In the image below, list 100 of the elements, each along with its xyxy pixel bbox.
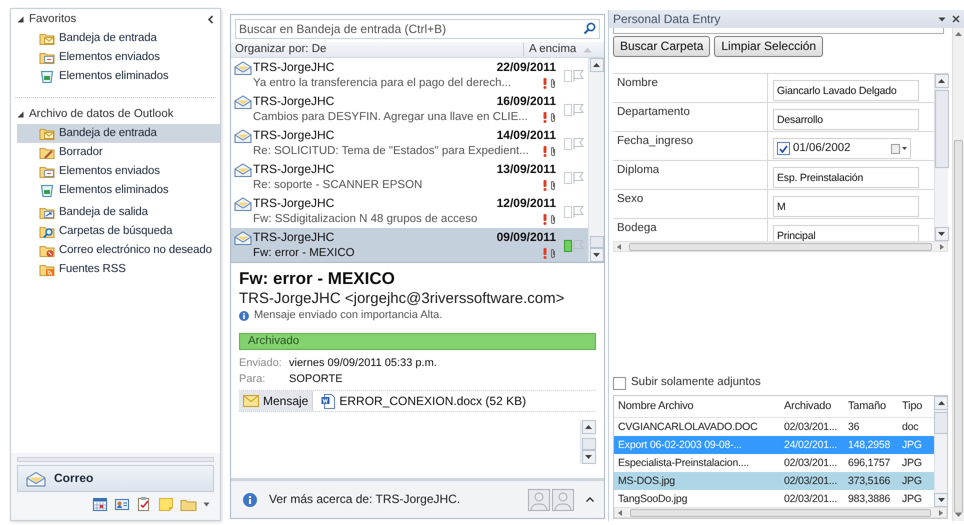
importance-icon[interactable] xyxy=(543,248,547,259)
task-clipboard-icon[interactable] xyxy=(136,496,152,512)
message-subject: Re: soporte - SCANNER EPSON xyxy=(253,178,424,192)
calendar-icon[interactable] xyxy=(92,496,108,512)
paperclip-icon[interactable] xyxy=(550,78,556,89)
message-row[interactable]: TRS-JorgeJHC 09/09/2011 Fw: error - MEXICO xyxy=(231,228,588,262)
paperclip-icon[interactable] xyxy=(550,146,556,157)
scroll-thumb[interactable] xyxy=(629,242,932,250)
scroll-left-icon[interactable] xyxy=(617,244,621,250)
message-row[interactable]: TRS-JorgeJHC 14/09/2011 Re: SOLICITUD: Tema de "Estados" para Expedient... xyxy=(231,126,588,160)
scroll-right-icon[interactable] xyxy=(940,244,944,250)
mail-module-button[interactable]: Correo xyxy=(17,465,214,492)
folder-item[interactable]: Elementos enviados xyxy=(17,48,220,67)
paperclip-icon[interactable] xyxy=(550,180,556,191)
importance-icon[interactable] xyxy=(543,146,547,157)
input-field[interactable]: M xyxy=(773,196,919,217)
section-header[interactable]: Favoritos xyxy=(29,12,76,26)
input-field[interactable]: Esp. Preinstalación xyxy=(773,167,919,188)
contact-card-icon[interactable] xyxy=(114,496,130,512)
scroll-up-icon[interactable] xyxy=(955,32,962,36)
folder-item[interactable]: Elementos eliminados xyxy=(17,67,220,86)
scroll-thumb[interactable] xyxy=(934,90,948,168)
scroll-thumb[interactable] xyxy=(954,140,963,513)
collapse-chevron-icon[interactable] xyxy=(207,15,214,24)
panel-button[interactable]: Limpiar Selección xyxy=(714,36,824,57)
expand-triangle-icon[interactable] xyxy=(17,111,24,118)
folder-item[interactable]: Elementos eliminados xyxy=(17,181,220,200)
folder-item[interactable]: Borrador xyxy=(17,143,220,162)
paperclip-icon[interactable] xyxy=(550,214,556,225)
category-box-icon[interactable] xyxy=(564,240,572,252)
column-header[interactable]: Tamaño xyxy=(844,400,898,414)
expand-triangle-icon[interactable] xyxy=(17,16,24,23)
scrollbar[interactable] xyxy=(580,420,596,464)
importance-icon[interactable] xyxy=(543,78,547,89)
scrollbar[interactable] xyxy=(588,58,604,262)
date-field[interactable]: 01/06/2002 xyxy=(773,138,911,159)
scrollbar[interactable] xyxy=(952,28,964,521)
sort-label[interactable]: Organizar por: De xyxy=(231,42,523,56)
search-field[interactable]: Buscar en Bandeja de entrada (Ctrl+B) xyxy=(235,19,600,39)
importance-icon[interactable] xyxy=(543,180,547,191)
expand-chevron-icon[interactable] xyxy=(586,497,594,502)
input-field[interactable]: Giancarlo Lavado Delgado xyxy=(773,80,919,101)
folder-item[interactable]: Fuentes RSS xyxy=(17,260,220,279)
scrollbar[interactable] xyxy=(614,507,947,518)
scroll-down-icon[interactable] xyxy=(938,498,944,502)
attachment-tab[interactable]: ERROR_CONEXION.docx (52 KB) xyxy=(317,391,530,411)
calendar-dropdown-icon[interactable] xyxy=(891,144,907,154)
order-label[interactable]: A encima xyxy=(523,42,583,56)
message-row[interactable]: TRS-JorgeJHC 16/09/2011 Cambios para DESYFIN. Agregar una llave en CLIE... xyxy=(231,92,588,126)
scroll-up-icon[interactable] xyxy=(938,401,944,405)
scroll-thumb[interactable] xyxy=(630,508,931,516)
section-header[interactable]: Archivo de datos de Outlook xyxy=(29,108,174,122)
scroll-down-icon[interactable] xyxy=(593,253,600,257)
folder-item[interactable]: Carpetas de búsqueda xyxy=(17,222,220,241)
column-header[interactable]: Tipo xyxy=(898,400,926,414)
scroll-thumb[interactable] xyxy=(934,412,948,434)
column-header[interactable]: Nombre Archivo xyxy=(614,400,780,414)
paperclip-icon[interactable] xyxy=(550,248,556,259)
avatar-icon[interactable] xyxy=(552,488,574,510)
scroll-down-icon[interactable] xyxy=(938,232,945,236)
avatar-icon[interactable] xyxy=(528,488,550,510)
message-row[interactable]: TRS-JorgeJHC 22/09/2011 Ya entro la transferencia para el pago del derech... xyxy=(231,58,588,92)
panel-button[interactable]: Buscar Carpeta xyxy=(613,36,710,57)
scrollbar[interactable] xyxy=(934,74,948,241)
folder-item[interactable]: Bandeja de entrada xyxy=(17,124,220,143)
file-row[interactable]: TangSooDo.jpg 02/03/201... 983,3886 JPG xyxy=(614,490,934,507)
scroll-up-icon[interactable] xyxy=(585,425,592,429)
importance-icon[interactable] xyxy=(543,214,547,225)
scroll-down-icon[interactable] xyxy=(585,455,592,459)
checkbox[interactable] xyxy=(777,142,790,155)
scrollbar[interactable] xyxy=(613,241,948,252)
paperclip-icon[interactable] xyxy=(550,112,556,123)
file-row[interactable]: Especialista-Preinstalacion.... 02/03/201... 696,1757 JPG xyxy=(614,454,934,472)
close-icon[interactable] xyxy=(952,15,960,23)
envelope-icon xyxy=(243,395,259,407)
column-header[interactable]: Archivado xyxy=(780,400,844,414)
envelope-icon xyxy=(26,470,46,486)
importance-icon[interactable] xyxy=(543,112,547,123)
folder-item[interactable]: Elementos enviados xyxy=(17,162,220,181)
folder-item[interactable]: Correo electrónico no deseado xyxy=(17,241,220,260)
scroll-right-icon[interactable] xyxy=(939,510,943,516)
search-icon[interactable] xyxy=(583,22,596,35)
scroll-thumb[interactable] xyxy=(582,438,596,450)
scrollbar[interactable] xyxy=(934,396,947,507)
scroll-up-icon[interactable] xyxy=(593,63,600,67)
message-row[interactable]: TRS-JorgeJHC 12/09/2011 Fw: SSdigitalizacion N 48 grupos de acceso xyxy=(231,194,588,228)
dropdown-caret-icon[interactable] xyxy=(203,502,210,506)
message-row[interactable]: TRS-JorgeJHC 13/09/2011 Re: soporte - SCANNER EPSON xyxy=(231,160,588,194)
message-tab[interactable]: Mensaje xyxy=(239,391,314,411)
input-field[interactable]: Principal xyxy=(773,225,919,241)
file-row[interactable]: MS-DOS.jpg 02/03/201... 373,5166 JPG xyxy=(614,472,934,490)
scroll-up-icon[interactable] xyxy=(938,79,945,83)
scroll-thumb[interactable] xyxy=(590,236,604,248)
file-row[interactable]: CVGIANCARLOLAVADO.DOC 02/03/201... 36 doc xyxy=(614,418,934,436)
folder-item[interactable]: Bandeja de salida xyxy=(17,203,220,222)
input-field[interactable]: Desarrollo xyxy=(773,109,919,130)
folder-item[interactable]: Bandeja de entrada xyxy=(17,29,220,48)
checkbox[interactable] xyxy=(613,376,626,390)
dropdown-caret-icon[interactable] xyxy=(938,16,946,22)
scroll-left-icon[interactable] xyxy=(618,510,622,516)
